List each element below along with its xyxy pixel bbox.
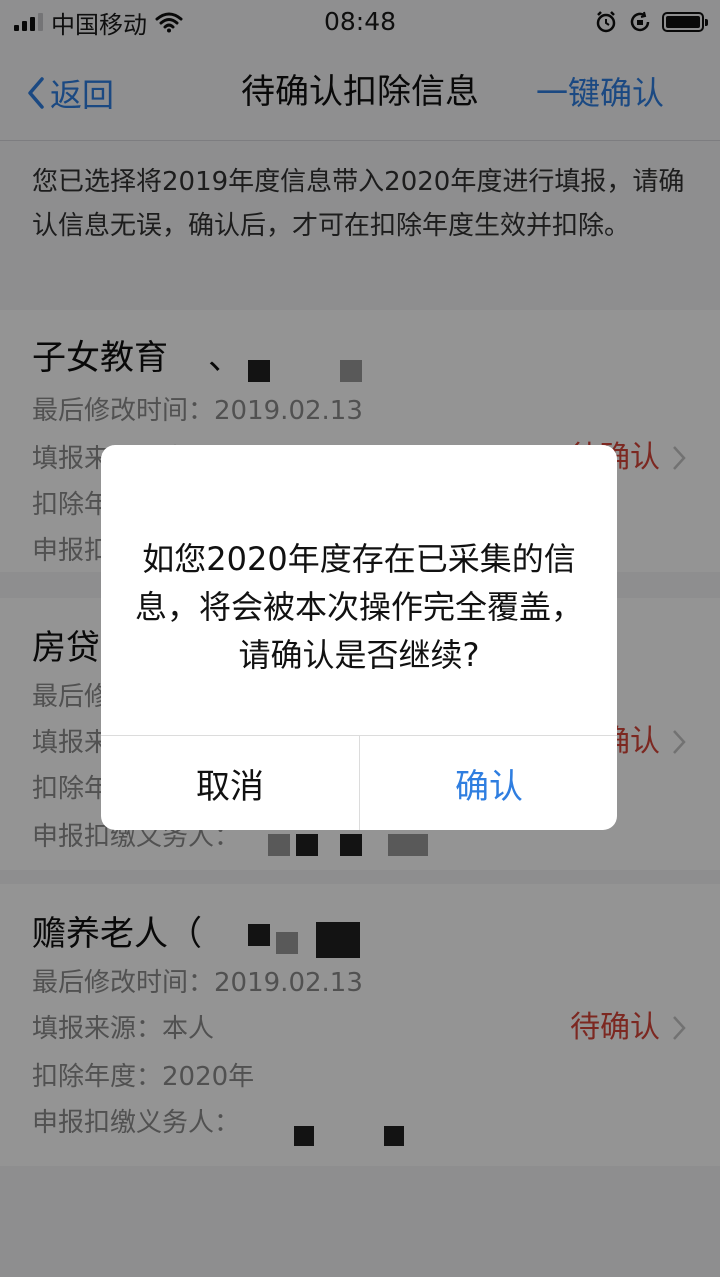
cancel-button[interactable]: 取消 (101, 736, 359, 830)
confirm-dialog: 如您2020年度存在已采集的信息，将会被本次操作完全覆盖，请确认是否继续? 取消… (101, 445, 617, 830)
confirm-button[interactable]: 确认 (360, 736, 617, 830)
dialog-message: 如您2020年度存在已采集的信息，将会被本次操作完全覆盖，请确认是否继续? (134, 540, 583, 674)
